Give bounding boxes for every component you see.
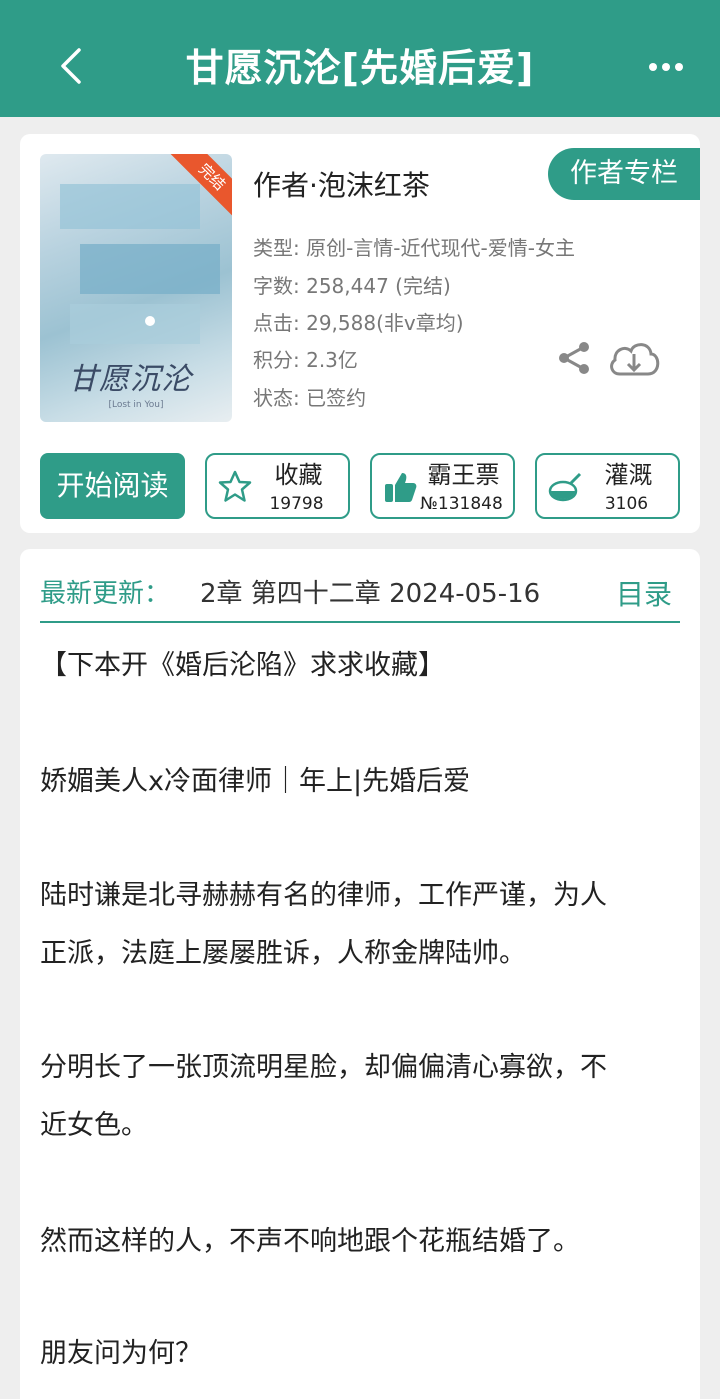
description-line: 正派，法庭上屡屡胜诉，人称金牌陆帅。 <box>40 938 526 969</box>
sign-status: 状态: 已签约 <box>253 386 367 410</box>
irrigate-count: 3106 <box>604 494 649 514</box>
download-cloud-icon[interactable] <box>606 336 662 380</box>
favorite-label: 收藏 <box>274 461 323 489</box>
description-line: 分明长了一张顶流明星脸，却偏偏清心寡欲，不 <box>40 1052 607 1083</box>
toc-button[interactable]: 目录 <box>616 573 672 613</box>
description-line: 娇媚美人x冷面律师｜年上|先婚后爱 <box>40 766 471 797</box>
irrigate-label: 灌溉 <box>604 461 653 489</box>
author-name[interactable]: 作者·泡沫红茶 <box>253 164 430 204</box>
score: 积分: 2.3亿 <box>253 348 358 372</box>
click-count: 点击: 29,588(非v章均) <box>253 311 464 335</box>
description-line: 【下本开《婚后沦陷》求求收藏】 <box>40 650 445 681</box>
latest-update-text[interactable]: 2章 第四十二章 2024-05-16 <box>200 573 600 610</box>
book-info-card: 完结 甘愿沉沦 [Lost in You] 作者·泡沫红茶 作者专栏 类型: 原… <box>20 134 700 533</box>
start-reading-button[interactable]: 开始阅读 <box>40 453 185 519</box>
irrigate-button[interactable]: 灌溉 3106 <box>535 453 680 519</box>
bawang-count: №131848 <box>420 494 503 514</box>
cover-title: 甘愿沉沦 <box>68 362 192 397</box>
latest-update-label: 最新更新： <box>40 579 171 609</box>
latest-update-row[interactable]: 最新更新： 2章 第四十二章 2024-05-16 目录 <box>40 567 680 623</box>
page-title: 甘愿沉沦[先婚后爱] <box>185 46 535 90</box>
favorite-count: 19798 <box>269 494 324 514</box>
description-line: 然而这样的人，不声不响地跟个花瓶结婚了。 <box>40 1226 580 1257</box>
cover-subtitle: [Lost in You] <box>108 400 164 410</box>
book-detail-card: 最新更新： 2章 第四十二章 2024-05-16 目录 【下本开《婚后沦陷》求… <box>20 549 700 1399</box>
author-column-button[interactable]: 作者专栏 <box>548 148 700 200</box>
app-header: 甘愿沉沦[先婚后爱] <box>0 0 720 117</box>
description-line: 陆时谦是北寻赫赫有名的律师，工作严谨，为人 <box>40 880 607 911</box>
word-count: 字数: 258,447 (完结) <box>253 274 451 298</box>
chevron-left-icon <box>61 48 81 84</box>
book-cover[interactable]: 完结 甘愿沉沦 [Lost in You] <box>40 154 232 422</box>
favorite-button[interactable]: 收藏 19798 <box>205 453 350 519</box>
share-icon[interactable] <box>556 340 592 376</box>
bawang-ticket-button[interactable]: 霸王票 №131848 <box>370 453 515 519</box>
book-type: 类型: 原创-言情-近代现代-爱情-女主 <box>253 236 575 260</box>
description-line: 近女色。 <box>40 1110 148 1141</box>
description-line: 朋友问为何？ <box>40 1338 202 1369</box>
more-button[interactable] <box>646 52 686 82</box>
back-button[interactable] <box>48 40 94 92</box>
bawang-label: 霸王票 <box>427 461 500 489</box>
more-dots-icon <box>649 63 683 71</box>
